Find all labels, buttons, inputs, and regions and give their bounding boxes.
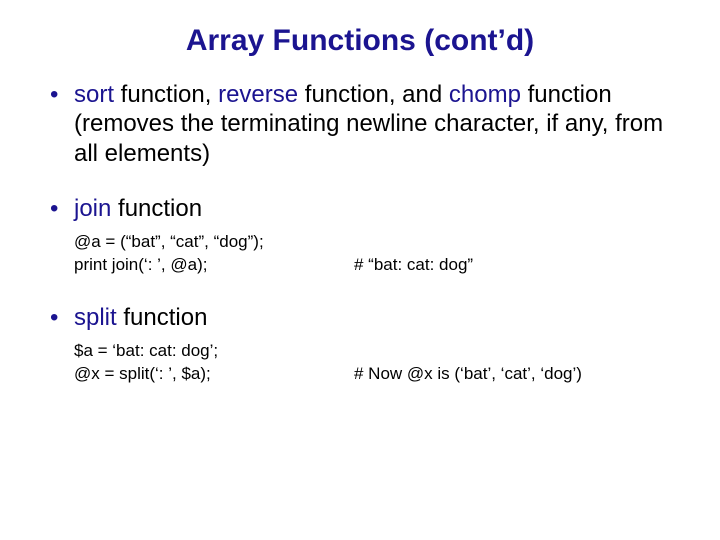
bullet-list: sort function, reverse function, and cho… bbox=[40, 80, 680, 386]
text: function, bbox=[114, 81, 218, 108]
code-row: @x = split(‘: ’, $a); # Now @x is (‘bat’… bbox=[74, 363, 680, 386]
text: function, and bbox=[298, 81, 449, 108]
keyword-chomp: chomp bbox=[449, 81, 521, 108]
code-line: @a = (“bat”, “cat”, “dog”); bbox=[74, 231, 354, 254]
code-row: @a = (“bat”, “cat”, “dog”); bbox=[74, 231, 680, 254]
code-comment: # Now @x is (‘bat’, ‘cat’, ‘dog’) bbox=[354, 363, 680, 386]
code-row: $a = ‘bat: cat: dog’; bbox=[74, 340, 680, 363]
bullet-join: join function @a = (“bat”, “cat”, “dog”)… bbox=[40, 194, 680, 277]
code-empty bbox=[354, 340, 680, 363]
bullet-split: split function $a = ‘bat: cat: dog’; @x … bbox=[40, 303, 680, 386]
bullet-sort-reverse-chomp: sort function, reverse function, and cho… bbox=[40, 80, 680, 168]
code-line: $a = ‘bat: cat: dog’; bbox=[74, 340, 354, 363]
code-block-split: $a = ‘bat: cat: dog’; @x = split(‘: ’, $… bbox=[74, 340, 680, 386]
code-empty bbox=[354, 231, 680, 254]
code-row: print join(‘: ’, @a); # “bat: cat: dog” bbox=[74, 254, 680, 277]
keyword-sort: sort bbox=[74, 81, 114, 108]
keyword-reverse: reverse bbox=[218, 81, 298, 108]
code-line: print join(‘: ’, @a); bbox=[74, 254, 354, 277]
code-block-join: @a = (“bat”, “cat”, “dog”); print join(‘… bbox=[74, 231, 680, 277]
text: function bbox=[117, 304, 208, 331]
keyword-split: split bbox=[74, 304, 117, 331]
slide: Array Functions (cont’d) sort function, … bbox=[0, 0, 720, 540]
code-comment: # “bat: cat: dog” bbox=[354, 254, 680, 277]
text: function bbox=[111, 195, 202, 222]
code-line: @x = split(‘: ’, $a); bbox=[74, 363, 354, 386]
slide-title: Array Functions (cont’d) bbox=[40, 24, 680, 58]
keyword-join: join bbox=[74, 195, 111, 222]
